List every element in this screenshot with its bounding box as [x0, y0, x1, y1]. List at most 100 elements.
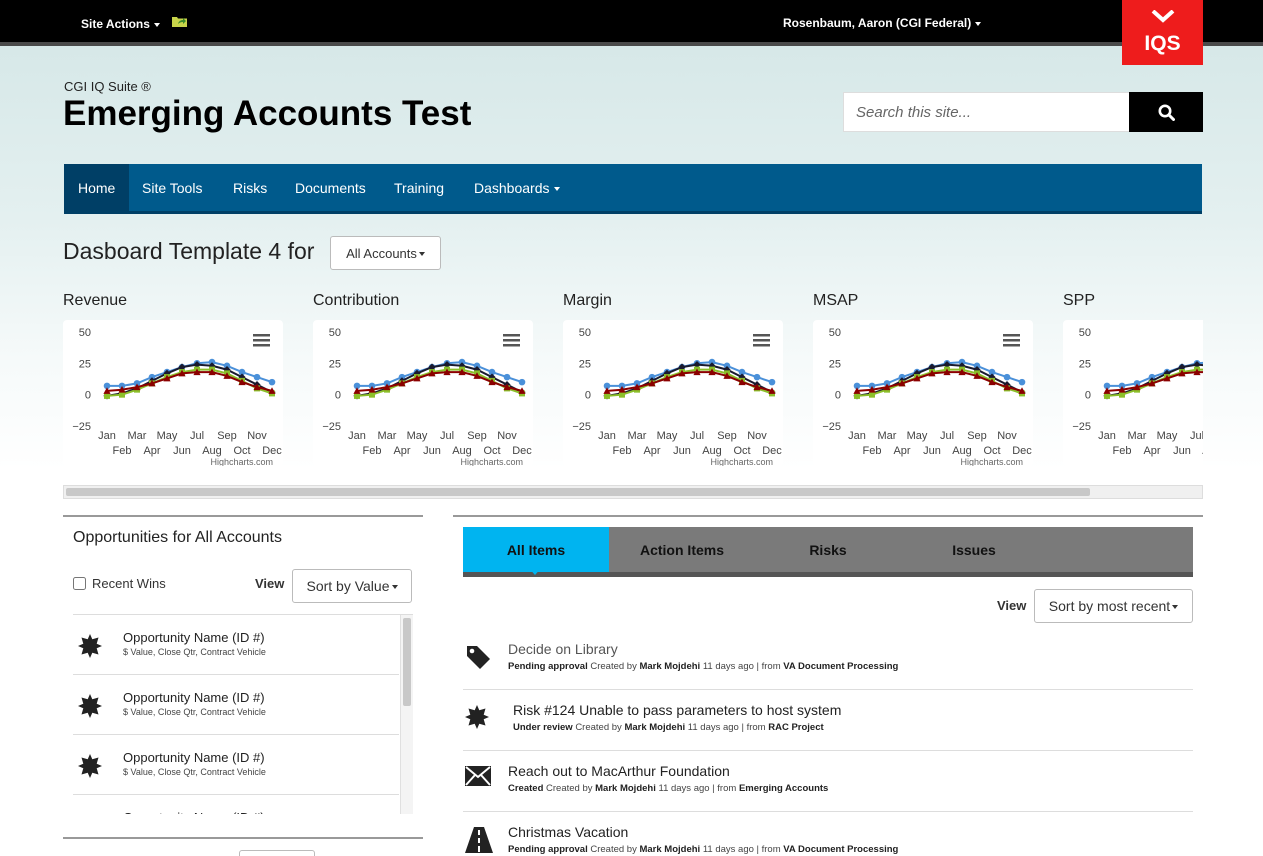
iqs-logo[interactable]: IQS [1122, 0, 1203, 65]
x-tick-label: Nov [747, 430, 767, 442]
x-tick-label: Jul [940, 430, 954, 442]
opportunity-name[interactable]: Opportunity Name (ID #) [123, 630, 265, 645]
activity-title[interactable]: Risk #124 Unable to pass parameters to h… [513, 702, 841, 718]
recent-wins-check[interactable] [73, 577, 86, 590]
x-tick-label: Jul [440, 430, 454, 442]
data-point[interactable] [503, 373, 511, 381]
x-tick-label: Jun [173, 445, 191, 457]
y-tick-label: 50 [79, 327, 91, 339]
data-point[interactable] [253, 373, 261, 381]
main-nav: Home Site Tools Risks Documents Training… [64, 164, 1202, 214]
x-tick-label: Sep [967, 430, 987, 442]
activity-title[interactable]: Decide on Library [508, 641, 618, 657]
nav-home[interactable]: Home [64, 164, 130, 211]
source-link[interactable]: RAC Project [768, 722, 823, 733]
list-item[interactable]: Opportunity Name (ID #) $ Value, Close Q… [73, 735, 399, 795]
nav-site-tools[interactable]: Site Tools [128, 164, 216, 211]
opportunity-name[interactable]: Opportunity Name (ID #) [123, 690, 265, 705]
road-icon [465, 827, 493, 856]
site-actions-menu[interactable]: Site Actions [81, 17, 160, 31]
chart-credit: Highcharts.com [460, 457, 523, 466]
nav-dashboards[interactable]: Dashboards [460, 164, 574, 211]
list-item[interactable]: Opportunity Name (ID #) $ Value, Close Q… [73, 795, 399, 814]
tab-risks[interactable]: Risks [755, 527, 901, 572]
list-item[interactable]: Opportunity Name (ID #) $ Value, Close Q… [73, 615, 399, 675]
tab-action-items[interactable]: Action Items [609, 527, 755, 572]
activity-item[interactable]: Christmas Vacation Pending approval Crea… [463, 812, 1193, 856]
activity-title[interactable]: Reach out to MacArthur Foundation [508, 763, 730, 779]
tab-all-items[interactable]: All Items [463, 527, 609, 572]
x-tick-label: Jul [1190, 430, 1203, 442]
menu-bar [753, 344, 770, 347]
scrollbar-thumb[interactable] [66, 488, 1090, 496]
x-tick-label: Sep [467, 430, 487, 442]
source-link[interactable]: Emerging Accounts [739, 783, 828, 794]
nav-documents[interactable]: Documents [281, 164, 380, 211]
data-point[interactable] [268, 378, 276, 386]
search-input[interactable] [843, 92, 1130, 132]
tab-issues[interactable]: Issues [901, 527, 1047, 572]
view-label: View [255, 576, 285, 591]
data-point[interactable] [1018, 378, 1026, 386]
x-tick-label: Aug [952, 445, 972, 457]
author-link[interactable]: Mark Mojdehi [624, 722, 685, 733]
opportunity-name[interactable]: Opportunity Name (ID #) [123, 810, 265, 814]
author-link[interactable]: Mark Mojdehi [639, 661, 700, 672]
search-button[interactable] [1129, 92, 1203, 132]
activity-item[interactable]: Reach out to MacArthur Foundation Create… [463, 751, 1193, 812]
sort-by-value-dropdown[interactable]: Sort by Value [292, 569, 412, 603]
source-link[interactable]: VA Document Processing [783, 844, 898, 855]
charts-scrollbar[interactable] [63, 485, 1203, 499]
burst-icon [78, 694, 102, 723]
scrollbar-thumb[interactable] [403, 618, 411, 706]
x-tick-label: May [407, 430, 428, 442]
data-point[interactable] [1003, 373, 1011, 381]
accounts-dropdown[interactable]: All Accounts [330, 236, 441, 270]
author-link[interactable]: Mark Mojdehi [595, 783, 656, 794]
sort-by-recent-dropdown[interactable]: Sort by most recent [1034, 589, 1193, 623]
y-tick-label: 50 [329, 327, 341, 339]
chart-menu-icon[interactable] [753, 334, 770, 347]
opportunities-more-button[interactable] [239, 850, 315, 856]
activity-title[interactable]: Christmas Vacation [508, 824, 628, 840]
data-point[interactable] [768, 378, 776, 386]
user-menu[interactable]: Rosenbaum, Aaron (CGI Federal) [783, 16, 982, 30]
source-link[interactable]: VA Document Processing [783, 661, 898, 672]
activity-item[interactable]: Risk #124 Unable to pass parameters to h… [463, 690, 1193, 751]
burst-icon [78, 694, 102, 718]
chart-menu-icon[interactable] [1003, 334, 1020, 347]
opportunity-meta: $ Value, Close Qtr, Contract Vehicle [123, 767, 266, 777]
nav-training[interactable]: Training [380, 164, 458, 211]
activity-item[interactable]: Decide on Library Pending approval Creat… [463, 629, 1193, 690]
chart-card: 50 25 0 −25 Jan Feb Mar Apr May Jun Jul Aug Sep Oct No… [813, 320, 1033, 466]
age-label: 11 days ago | from [687, 722, 766, 733]
list-item[interactable]: Opportunity Name (ID #) $ Value, Close Q… [73, 675, 399, 735]
recent-wins-checkbox[interactable]: Recent Wins [73, 576, 166, 591]
opportunity-name[interactable]: Opportunity Name (ID #) [123, 750, 265, 765]
nav-risks[interactable]: Risks [219, 164, 281, 211]
x-tick-label: Oct [483, 445, 500, 457]
opportunities-scrollbar[interactable] [400, 615, 413, 814]
x-tick-label: Dec [1012, 445, 1032, 457]
menu-bar [753, 334, 770, 337]
menu-bar [1003, 339, 1020, 342]
data-point[interactable] [753, 373, 761, 381]
x-tick-label: Jan [348, 430, 366, 442]
x-tick-label: May [157, 430, 178, 442]
chart-card: 50 25 0 −25 Jan Feb Mar Apr May Jun Jul Aug Sep Oct No… [1063, 320, 1203, 466]
chart-menu-icon[interactable] [503, 334, 520, 347]
site-title[interactable]: Emerging Accounts Test [63, 94, 471, 134]
chart-menu-icon[interactable] [253, 334, 270, 347]
line-chart: 50250−25JanFebMarAprMayJunJulAugSepOctNo… [1072, 327, 1203, 457]
y-tick-label: 0 [85, 390, 91, 402]
author-link[interactable]: Mark Mojdehi [639, 844, 700, 855]
x-tick-label: Jun [1173, 445, 1191, 457]
menu-bar [253, 334, 270, 337]
data-point[interactable] [518, 378, 526, 386]
y-tick-label: 50 [579, 327, 591, 339]
x-tick-label: Jul [690, 430, 704, 442]
chart-title: MSAP [813, 292, 859, 309]
chart-title: Margin [563, 292, 612, 309]
folder-share-icon[interactable] [172, 15, 187, 27]
y-tick-label: 0 [335, 390, 341, 402]
